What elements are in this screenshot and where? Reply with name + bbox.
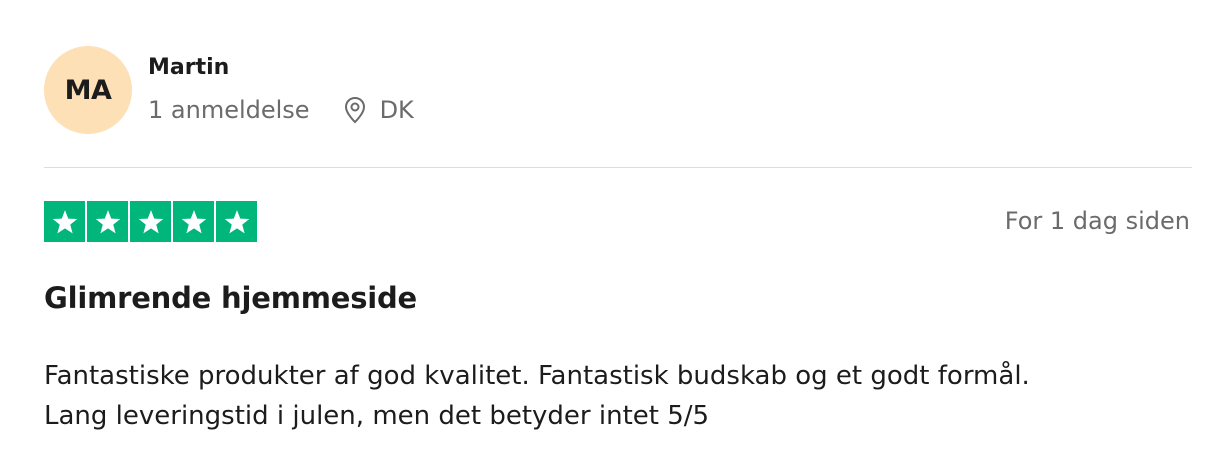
location-pin-icon (342, 96, 368, 124)
review-date: For 1 dag siden (1004, 207, 1190, 235)
review-body-line: Fantastiske produkter af god kvalitet. F… (44, 361, 1030, 391)
star-icon (44, 201, 85, 242)
review-body-line: Lang leveringstid i julen, men det betyd… (44, 401, 710, 431)
star-icon (216, 201, 257, 242)
review-title[interactable]: Glimrende hjemmeside (44, 280, 417, 316)
reviewer-country: DK (379, 96, 414, 124)
review-card: MA Martin 1 anmeldelse DK For 1 dag side… (0, 0, 1232, 458)
reviewer-meta: Martin 1 anmeldelse DK (148, 46, 414, 124)
avatar[interactable]: MA (44, 46, 132, 134)
divider (44, 167, 1192, 168)
star-icon (173, 201, 214, 242)
star-icon (130, 201, 171, 242)
reviewer-name[interactable]: Martin (148, 54, 414, 82)
reviewer-subline: 1 anmeldelse DK (148, 96, 414, 124)
reviewer-header: MA Martin 1 anmeldelse DK (44, 46, 414, 136)
review-body: Fantastiske produkter af god kvalitet. F… (44, 356, 1194, 436)
star-rating (44, 201, 257, 242)
review-count: 1 anmeldelse (148, 96, 310, 124)
star-icon (87, 201, 128, 242)
